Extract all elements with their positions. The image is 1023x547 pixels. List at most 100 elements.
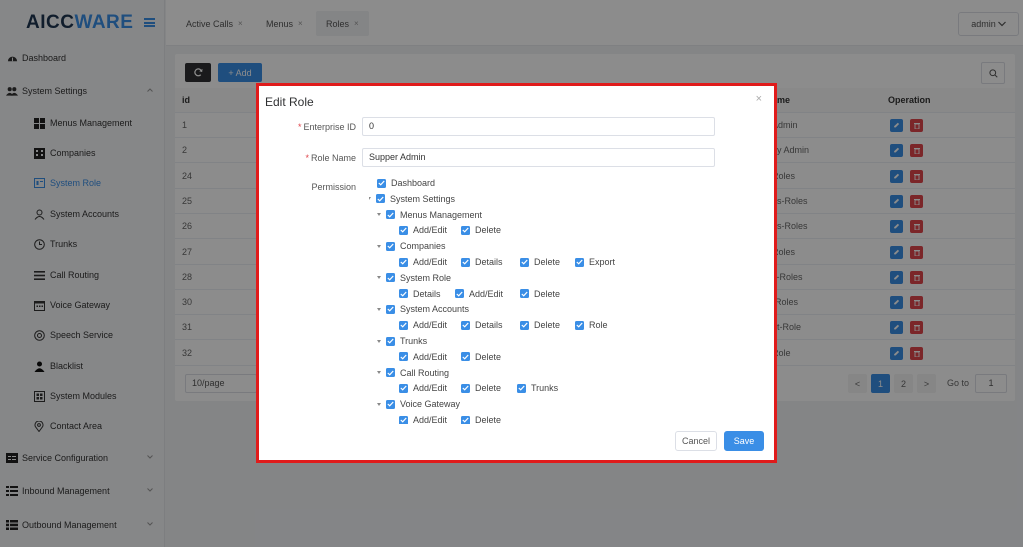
checkbox-checked-icon[interactable] xyxy=(399,320,408,330)
permission-label: Call Routing xyxy=(400,367,450,378)
permission-node[interactable]: Call Routing xyxy=(377,368,449,378)
checkbox-checked-icon[interactable] xyxy=(386,210,395,220)
permission-node[interactable]: Add/Edit xyxy=(399,320,447,330)
permission-label: Trunks xyxy=(531,383,559,394)
permission-label: Details xyxy=(413,288,441,299)
permission-node[interactable]: Details xyxy=(399,289,441,299)
required-mark: * xyxy=(297,122,302,132)
permission-node[interactable]: Menus Management xyxy=(377,210,482,220)
permission-node[interactable]: Delete xyxy=(461,352,501,362)
permission-node[interactable]: Add/Edit xyxy=(399,257,447,267)
expand-caret-icon[interactable] xyxy=(377,402,381,406)
permission-node[interactable]: Trunks xyxy=(377,336,427,346)
permission-label: Details xyxy=(475,257,503,267)
checkbox-checked-icon[interactable] xyxy=(376,194,385,204)
checkbox-checked-icon[interactable] xyxy=(461,257,470,267)
permission-label: Add/Edit xyxy=(469,288,504,299)
checkbox-checked-icon[interactable] xyxy=(520,289,529,299)
edit-role-dialog: Edit Role × * Enterprise ID 0 * Role Name … xyxy=(259,86,774,460)
checkbox-checked-icon[interactable] xyxy=(377,178,386,188)
close-icon[interactable]: × xyxy=(756,93,762,105)
permission-node[interactable]: Role xyxy=(575,320,608,330)
role-name-label: * Role Name xyxy=(264,153,356,163)
permission-label: Permission xyxy=(311,182,356,192)
required-mark: * xyxy=(305,153,309,163)
field-label-text: Role Name xyxy=(310,153,356,163)
permission-label: Menus Management xyxy=(400,209,483,220)
checkbox-checked-icon[interactable] xyxy=(399,383,408,393)
permission-node[interactable]: Trunks xyxy=(517,383,558,393)
permission-node[interactable]: Delete xyxy=(520,289,560,299)
checkbox-checked-icon[interactable] xyxy=(455,289,464,299)
permission-label: Add/Edit xyxy=(413,320,448,331)
checkbox-checked-icon[interactable] xyxy=(399,415,408,424)
checkbox-checked-icon[interactable] xyxy=(386,241,395,251)
expand-caret-icon[interactable] xyxy=(377,339,381,343)
permission-node[interactable]: Voice Gateway xyxy=(377,399,460,409)
checkbox-checked-icon[interactable] xyxy=(386,399,395,409)
permission-node[interactable]: Delete xyxy=(520,257,560,267)
enterprise-id-input[interactable]: 0 xyxy=(362,117,715,136)
permission-node[interactable]: Delete xyxy=(461,225,501,235)
permission-label: Trunks xyxy=(400,336,428,346)
checkbox-checked-icon[interactable] xyxy=(461,383,470,393)
permission-node[interactable]: System Settings xyxy=(369,194,455,204)
checkbox-checked-icon[interactable] xyxy=(399,225,408,235)
permission-label: Role xyxy=(589,320,608,331)
permission-label: Add/Edit xyxy=(413,257,448,267)
save-button[interactable]: Save xyxy=(724,431,764,451)
checkbox-checked-icon[interactable] xyxy=(386,336,395,346)
expand-caret-icon[interactable] xyxy=(377,213,381,217)
checkbox-checked-icon[interactable] xyxy=(399,352,408,362)
role-name-input[interactable]: Supper Admin xyxy=(362,148,715,167)
permission-label: Delete xyxy=(475,225,502,236)
permission-label: Add/Edit xyxy=(413,383,448,394)
permission-node[interactable]: System Accounts xyxy=(377,304,469,314)
checkbox-checked-icon[interactable] xyxy=(520,320,529,330)
permission-label: Add/Edit xyxy=(413,415,448,424)
permission-label: Add/Edit xyxy=(413,225,448,236)
permission-node[interactable]: Export xyxy=(575,257,615,267)
permission-node[interactable]: Add/Edit xyxy=(455,289,503,299)
checkbox-checked-icon[interactable] xyxy=(461,320,470,330)
permission-node[interactable]: Add/Edit xyxy=(399,352,447,362)
permission-node[interactable]: Add/Edit xyxy=(399,383,447,393)
permission-label: Delete xyxy=(534,257,561,267)
permission-node[interactable]: Add/Edit xyxy=(399,225,447,235)
permission-node[interactable]: Details xyxy=(461,320,503,330)
permission-label: System Role xyxy=(400,272,452,283)
expand-caret-icon[interactable] xyxy=(369,197,371,201)
checkbox-checked-icon[interactable] xyxy=(386,273,395,283)
permission-node[interactable]: Companies xyxy=(377,241,446,251)
checkbox-checked-icon[interactable] xyxy=(575,257,584,267)
permission-node[interactable]: Delete xyxy=(461,383,501,393)
expand-caret-icon[interactable] xyxy=(377,276,381,280)
checkbox-checked-icon[interactable] xyxy=(461,225,470,235)
permission-node[interactable]: Dashboard xyxy=(377,178,435,188)
permission-node[interactable]: Add/Edit xyxy=(399,415,447,424)
checkbox-checked-icon[interactable] xyxy=(386,368,395,378)
checkbox-checked-icon[interactable] xyxy=(399,289,408,299)
checkbox-checked-icon[interactable] xyxy=(575,320,584,330)
checkbox-checked-icon[interactable] xyxy=(386,304,395,314)
permission-label: Details xyxy=(475,320,503,331)
permission-node[interactable]: Details xyxy=(461,257,503,267)
enterprise-id-label: * Enterprise ID xyxy=(264,122,356,132)
permission-tree[interactable]: Dashboard System Settings Menus Management… xyxy=(369,178,749,424)
permission-node[interactable]: Delete xyxy=(520,320,560,330)
checkbox-checked-icon[interactable] xyxy=(461,352,470,362)
permission-label: Delete xyxy=(475,351,502,362)
dialog-title: Edit Role xyxy=(265,95,314,109)
cancel-button[interactable]: Cancel xyxy=(675,431,717,451)
permission-label: Add/Edit xyxy=(413,351,448,362)
permission-node[interactable]: Delete xyxy=(461,415,501,424)
checkbox-checked-icon[interactable] xyxy=(520,257,529,267)
checkbox-checked-icon[interactable] xyxy=(461,415,470,424)
expand-caret-icon[interactable] xyxy=(377,307,381,311)
checkbox-checked-icon[interactable] xyxy=(399,257,408,267)
checkbox-checked-icon[interactable] xyxy=(517,383,526,393)
permission-label: Delete xyxy=(475,383,502,394)
expand-caret-icon[interactable] xyxy=(377,244,381,248)
permission-node[interactable]: System Role xyxy=(377,273,451,283)
expand-caret-icon[interactable] xyxy=(377,371,381,375)
